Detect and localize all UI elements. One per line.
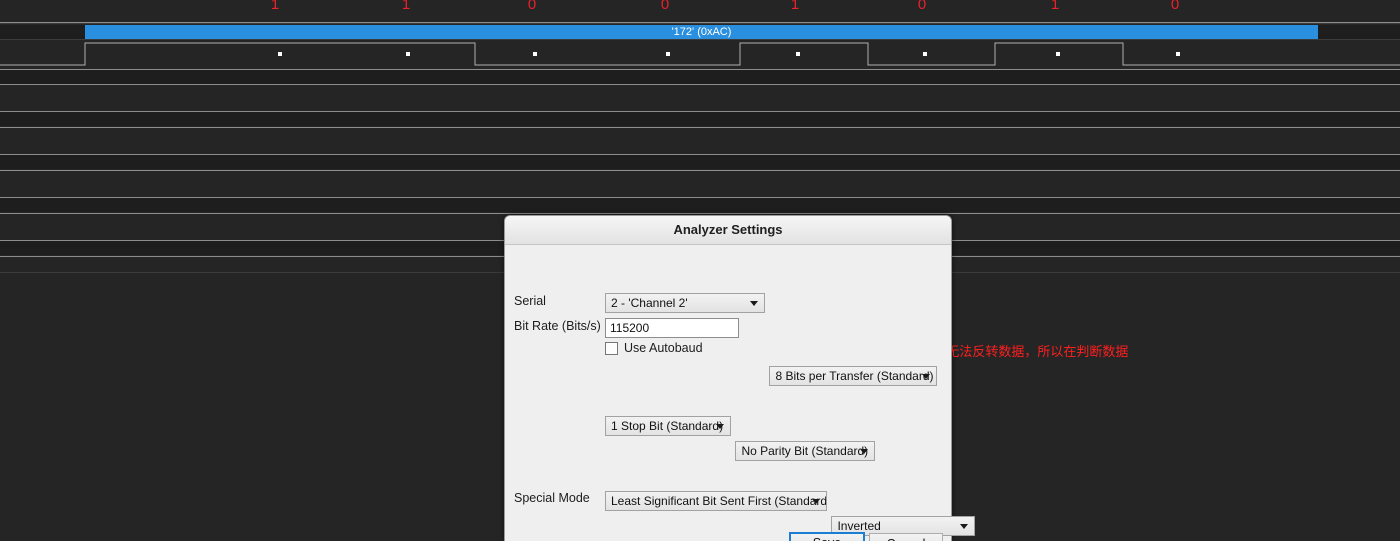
chevron-down-icon [750, 301, 758, 306]
serial-label: Serial [514, 294, 546, 308]
analyzer-settings-dialog: Analyzer Settings Serial 2 - 'Channel 2'… [504, 215, 976, 541]
dialog-title: Analyzer Settings [505, 216, 951, 245]
serial-channel-value: 2 - 'Channel 2' [611, 296, 688, 310]
digital-signal-trace[interactable] [0, 40, 1400, 68]
analyzer-window: 11001010 '172' (0xAC) 逻辑分析仪只能反转invert,无法… [0, 0, 1400, 541]
serial-channel-select[interactable]: 2 - 'Channel 2' [605, 293, 765, 313]
bit-label-5: 0 [917, 0, 927, 13]
save-button[interactable]: Save [789, 532, 865, 541]
stop-bits-select[interactable]: 1 Stop Bit (Standard) [605, 416, 731, 436]
bit-label-4: 1 [790, 0, 800, 13]
bit-order-value: Least Significant Bit Sent First (Standa… [611, 494, 827, 508]
bit-label-2: 0 [527, 0, 537, 13]
signal-inversion-value: Inverted [837, 519, 881, 533]
decoded-byte-label: '172' (0xAC) [671, 26, 732, 38]
bit-label-1: 1 [401, 0, 411, 13]
use-autobaud-label: Use Autobaud [624, 341, 703, 355]
dialog-body: Serial 2 - 'Channel 2' Bit Rate (Bits/s)… [505, 245, 976, 541]
parity-select[interactable]: No Parity Bit (Standard) [735, 441, 876, 461]
chevron-down-icon [922, 374, 931, 379]
bits-per-transfer-select[interactable]: 8 Bits per Transfer (Standard) [769, 366, 938, 386]
chevron-down-icon [812, 499, 820, 504]
chevron-down-icon [960, 524, 969, 529]
stop-bits-value: 1 Stop Bit (Standard) [611, 419, 724, 433]
bit-label-7: 0 [1170, 0, 1180, 13]
use-autobaud-checkbox[interactable] [605, 341, 618, 355]
bit-rate-input[interactable]: 115200 [605, 318, 739, 338]
bits-per-transfer-value: 8 Bits per Transfer (Standard) [775, 369, 934, 383]
parity-value: No Parity Bit (Standard) [741, 444, 869, 458]
bit-label-0: 1 [270, 0, 280, 13]
bit-value-labels: 1 1 0 0 1 0 1 0 [0, 0, 1400, 22]
bit-label-3: 0 [660, 0, 670, 13]
cancel-button[interactable]: Cancel [869, 533, 943, 541]
chevron-down-icon [860, 449, 869, 454]
use-autobaud-checkbox-row[interactable]: Use Autobaud [605, 341, 703, 355]
bit-label-6: 1 [1050, 0, 1060, 13]
special-mode-label: Special Mode [514, 491, 590, 505]
bit-order-select[interactable]: Least Significant Bit Sent First (Standa… [605, 491, 827, 511]
bit-rate-label: Bit Rate (Bits/s) [514, 319, 601, 333]
analyzer-result-row: '172' (0xAC) [0, 25, 1400, 39]
chevron-down-icon [716, 424, 724, 429]
decoded-byte-bar[interactable]: '172' (0xAC) [85, 25, 1318, 39]
